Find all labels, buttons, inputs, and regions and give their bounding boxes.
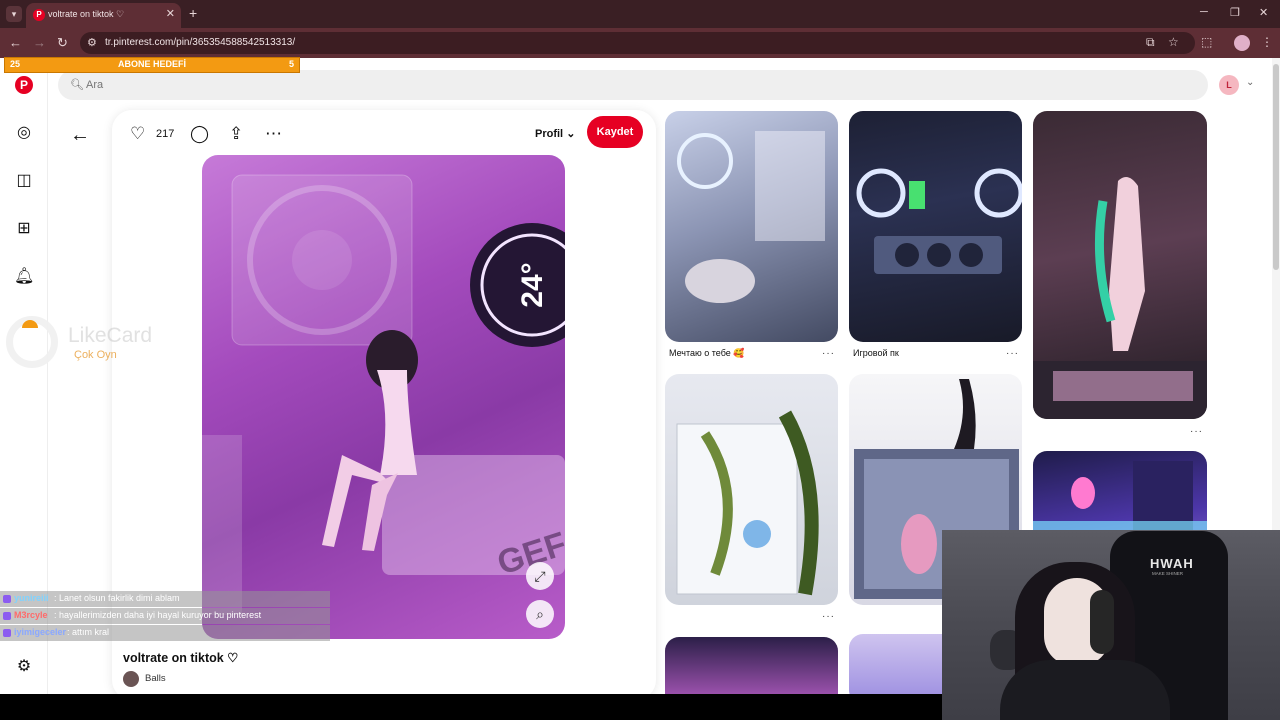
notifications-bell-icon[interactable]: 🔔︎ [14, 267, 34, 287]
grid-pin[interactable] [665, 637, 838, 694]
scrollbar-thumb[interactable] [1273, 64, 1279, 270]
grid-pin[interactable] [1033, 111, 1207, 419]
tab-close-icon[interactable]: ✕ [166, 7, 175, 20]
settings-gear-icon[interactable]: ⚙ [14, 657, 34, 677]
share-icon[interactable]: ⇪ [229, 124, 243, 144]
chat-badge-icon [3, 629, 11, 637]
address-bar: ← → ↻ ⚙ tr.pinterest.com/pin/36535458854… [0, 28, 1280, 58]
search-bar[interactable]: 🔍︎ [58, 70, 1208, 100]
pin-thumbnail-art [676, 410, 819, 596]
chat-badge-icon [3, 595, 11, 603]
pin-title: voltrate on tiktok ♡ [123, 651, 239, 665]
site-info-icon[interactable]: ⚙ [87, 36, 97, 49]
user-avatar[interactable]: L [1219, 75, 1239, 95]
screen: ▾ P voltrate on tiktok ♡ ✕ + ─ ❐ ✕ ← → ↻… [0, 0, 1280, 720]
pin-thumbnail-art [677, 131, 825, 303]
chat-message: M3rcyle : hayallerimizden daha iyi hayal… [0, 608, 330, 624]
stream-chat: yunireiii : Lanet olsun fakirlik dimi ab… [0, 591, 330, 643]
pin-thumbnail-art [856, 168, 1022, 274]
like-count: 217 [156, 128, 175, 140]
more-icon[interactable]: ··· [1006, 348, 1019, 359]
likecard-subtitle: Çok Oyn [74, 349, 117, 361]
headset-icon [1090, 590, 1114, 654]
grid-pin-caption: Игровой пк [853, 348, 899, 358]
creator-avatar[interactable] [123, 671, 139, 687]
more-options-icon[interactable]: ⋯ [265, 124, 282, 144]
new-tab-icon[interactable]: + [189, 5, 197, 21]
goal-label: ABONE HEDEFİ [117, 59, 186, 69]
visual-search-icon[interactable]: ⌕ [526, 600, 554, 628]
window-close-icon[interactable]: ✕ [1259, 6, 1268, 19]
chat-username: yunireiii [14, 593, 49, 603]
taskbar-strip [0, 694, 942, 720]
chair-brand: HWAH [1150, 556, 1194, 571]
chat-badge-icon [3, 612, 11, 620]
pc-case-illustration: 24° GEF [202, 174, 565, 615]
pin-thumbnail-art [1033, 177, 1207, 419]
subscriber-goal-bar: 25 ABONE HEDEFİ 5 [4, 57, 300, 73]
chat-username: iyimigeceler [14, 627, 67, 637]
install-app-icon[interactable]: ⧉ [1146, 35, 1155, 50]
chat-text: : hayallerimizden daha iyi hayal kuruyor… [54, 610, 262, 620]
search-icon: 🔍︎ [70, 79, 84, 91]
chevron-down-icon: ⌄ [566, 128, 576, 140]
grid-pin-caption: Мечтаю о тебе 🥰 [669, 348, 745, 358]
expand-icon[interactable]: ⤢ [526, 562, 554, 590]
likecard-title: LikeCard [68, 324, 153, 347]
streamer-body [1000, 660, 1170, 720]
url-field[interactable]: ⚙ tr.pinterest.com/pin/36535458854251331… [80, 32, 1195, 54]
heart-icon[interactable]: ♡ [130, 124, 145, 144]
save-button[interactable]: Kaydet [587, 116, 643, 148]
more-icon[interactable]: ··· [822, 348, 835, 359]
browser-profile-avatar[interactable] [1234, 35, 1250, 51]
explore-compass-icon[interactable]: ◎ [14, 123, 34, 143]
account-chevron-down-icon[interactable]: ⌄ [1246, 77, 1254, 88]
grid-pin[interactable] [849, 111, 1022, 342]
boards-icon[interactable]: ◫ [14, 171, 34, 191]
tab-title: voltrate on tiktok ♡ [48, 9, 125, 19]
creator-name[interactable]: Balls [145, 673, 166, 684]
restore-icon[interactable]: ❐ [1230, 6, 1240, 19]
profile-board-label: Profil [535, 128, 564, 140]
back-icon[interactable]: ← [9, 35, 22, 50]
chat-message: iyimigeceler : attım kral [0, 625, 330, 641]
browser-tab-bar: ▾ P voltrate on tiktok ♡ ✕ + ─ ❐ ✕ [0, 0, 1280, 28]
back-arrow-icon[interactable]: ← [70, 124, 90, 147]
grid-pin[interactable] [665, 111, 838, 342]
bookmark-star-icon[interactable]: ☆ [1168, 35, 1179, 49]
grid-pin[interactable] [665, 374, 838, 605]
browser-menu-icon[interactable]: ⋮ [1261, 35, 1273, 49]
search-input[interactable] [86, 76, 686, 94]
chair-subtext: MAKE SHINER [1152, 571, 1184, 576]
pinterest-logo-icon[interactable]: P [15, 76, 33, 94]
more-icon[interactable]: ··· [1190, 426, 1203, 437]
pinterest-favicon-icon: P [33, 9, 45, 21]
reload-icon[interactable]: ↻ [57, 35, 68, 51]
chat-username: M3rcyle [14, 610, 48, 620]
extensions-icon[interactable]: ⬚ [1201, 35, 1212, 49]
more-icon[interactable]: ··· [822, 611, 835, 622]
pin-image[interactable]: 24° GEF ⤢ ⌕ [202, 155, 565, 639]
chat-message: yunireiii : Lanet olsun fakirlik dimi ab… [0, 591, 330, 607]
forward-icon[interactable]: → [33, 35, 46, 50]
comment-icon[interactable]: ◯ [190, 124, 209, 144]
browser-tab[interactable]: P voltrate on tiktok ♡ ✕ [26, 3, 181, 28]
tab-search-button[interactable]: ▾ [6, 6, 22, 22]
likecard-watermark: LikeCard Çok Oyn [6, 316, 186, 372]
svg-text:24°: 24° [516, 262, 549, 307]
url-text: tr.pinterest.com/pin/365354588542513313/ [105, 37, 296, 48]
chat-text: : Lanet olsun fakirlik dimi ablam [54, 593, 180, 603]
chat-text: : attım kral [67, 627, 110, 637]
profile-board-select[interactable]: Profil ⌄ [535, 127, 575, 140]
goal-target: 5 [288, 59, 294, 69]
create-plus-icon[interactable]: ⊞ [14, 219, 34, 239]
minimize-icon[interactable]: ─ [1200, 6, 1208, 18]
